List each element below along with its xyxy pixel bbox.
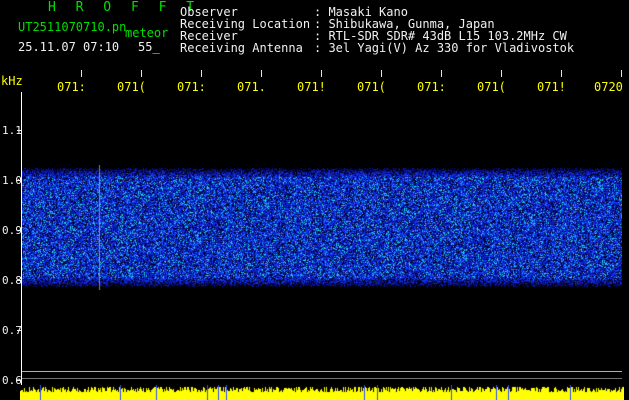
time-tick-label: 071. bbox=[237, 80, 266, 94]
time-tick bbox=[81, 70, 82, 77]
time-tick bbox=[441, 70, 442, 77]
time-tick bbox=[561, 70, 562, 77]
app-title: H R O F F T bbox=[48, 0, 201, 15]
meteor-count: 55_ bbox=[138, 40, 160, 54]
datetime-label: 25.11.07 07:10 bbox=[18, 40, 120, 54]
filename-label: UT2511070710.pn bbox=[18, 20, 127, 34]
time-tick-label: 071( bbox=[477, 80, 506, 94]
frequency-unit-label: kHz bbox=[1, 74, 23, 88]
time-tick bbox=[261, 70, 262, 77]
time-tick bbox=[201, 70, 202, 77]
spectrogram-noise-band bbox=[22, 165, 622, 290]
time-tick bbox=[621, 70, 622, 77]
baseline-marker bbox=[22, 371, 622, 372]
time-tick-label: 0720 bbox=[594, 80, 623, 94]
baseline-marker bbox=[22, 378, 622, 379]
time-tick bbox=[501, 70, 502, 77]
antenna-label: Receiving Antenna bbox=[180, 41, 303, 55]
signal-level-bar bbox=[20, 385, 624, 400]
time-tick bbox=[321, 70, 322, 77]
time-tick-label: 071: bbox=[177, 80, 206, 94]
antenna-value: : 3el Yagi(V) Az 330 for Vladivostok bbox=[314, 41, 575, 55]
time-tick-label: 071! bbox=[297, 80, 326, 94]
time-tick-label: 071( bbox=[357, 80, 386, 94]
time-tick-label: 071: bbox=[57, 80, 86, 94]
time-tick bbox=[381, 70, 382, 77]
time-tick-label: 071! bbox=[537, 80, 566, 94]
meteor-label: meteor bbox=[125, 26, 169, 40]
time-tick-label: 071( bbox=[117, 80, 146, 94]
time-tick-label: 071: bbox=[417, 80, 446, 94]
time-tick bbox=[141, 70, 142, 77]
